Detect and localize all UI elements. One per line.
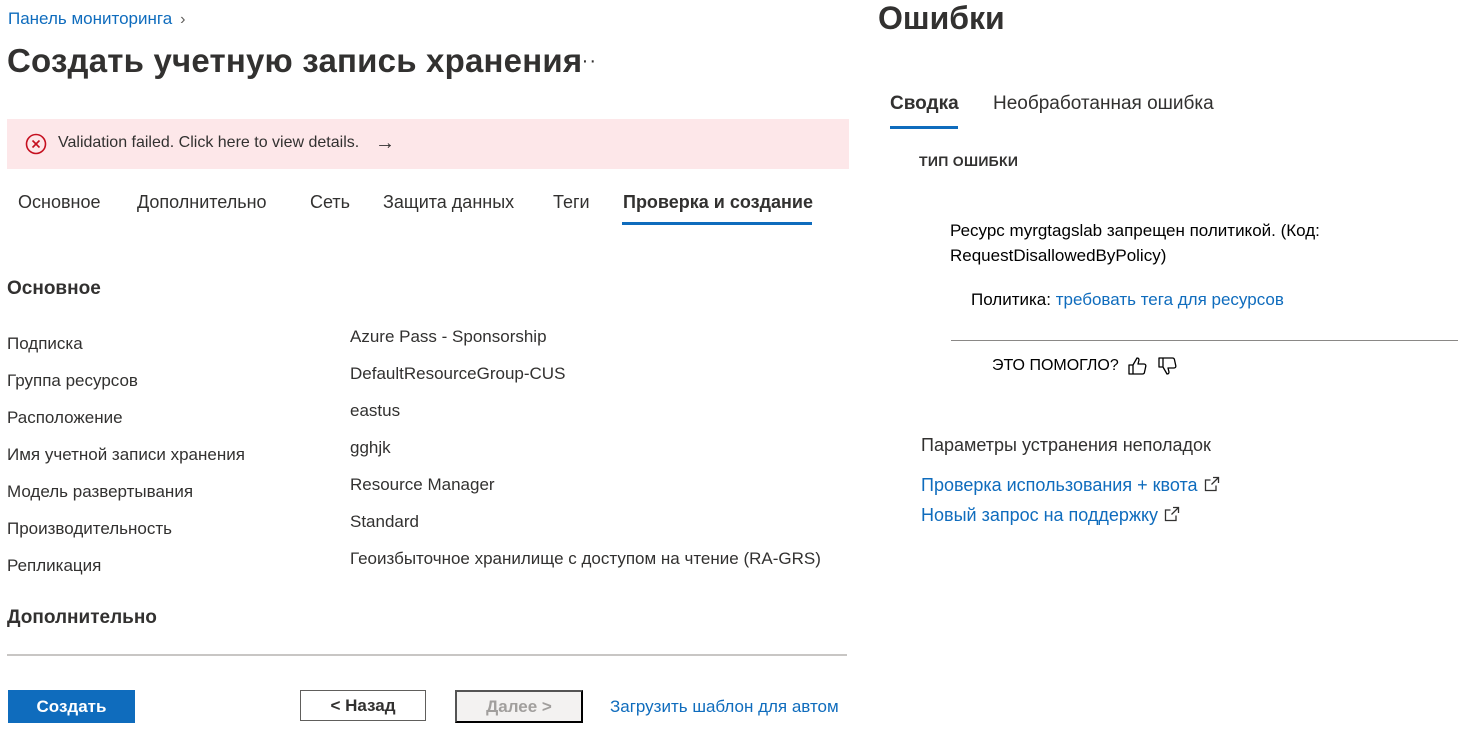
policy-label: Политика: — [971, 290, 1056, 309]
policy-link[interactable]: требовать тега для ресурсов — [1056, 290, 1284, 309]
external-link-icon — [1164, 506, 1180, 521]
error-divider — [951, 340, 1458, 341]
tab-basics[interactable]: Основное — [18, 192, 100, 213]
active-tab-indicator — [622, 222, 812, 225]
feedback-row: ЭТО ПОМОГЛО? — [992, 355, 1179, 377]
summary-value: gghjk — [350, 438, 391, 457]
breadcrumb: Панель мониторинга › — [8, 9, 185, 29]
footer-divider — [7, 654, 847, 656]
summary-value: Azure Pass - Sponsorship — [350, 327, 547, 346]
next-button[interactable]: Далее > — [455, 690, 583, 723]
policy-row: Политика: требовать тега для ресурсов — [971, 290, 1284, 310]
validation-message: Validation failed. Click here to view de… — [58, 134, 360, 151]
summary-value: Standard — [350, 512, 419, 531]
summary-value: eastus — [350, 401, 401, 420]
error-circle-icon — [25, 133, 47, 155]
chevron-right-icon: › — [180, 11, 186, 28]
tab-tags[interactable]: Теги — [553, 192, 590, 213]
external-link-icon — [1204, 476, 1219, 491]
helpful-label: ЭТО ПОМОГЛО? — [992, 357, 1119, 374]
summary-value: Resource Manager — [350, 475, 495, 494]
thumbs-down-icon[interactable] — [1157, 355, 1179, 377]
summary-value: Геоизбыточное хранилище с доступом на чт… — [350, 549, 821, 568]
troubleshooting-title: Параметры устранения неполадок — [921, 435, 1211, 455]
error-type-label: ТИП ОШИБКИ — [919, 153, 1019, 169]
summary-label: Группа ресурсов — [7, 371, 138, 390]
active-tab-indicator — [890, 126, 958, 129]
errors-panel-title: Ошибки — [878, 0, 1005, 36]
check-usage-quota-link[interactable]: Проверка использования + квота — [921, 475, 1220, 496]
summary-label: Модель развертывания — [7, 482, 194, 501]
summary-label: Подписка — [7, 334, 83, 353]
summary-value: DefaultResourceGroup-CUS — [350, 364, 566, 383]
error-message: Ресурс myrgtagslab запрещен политикой. (… — [950, 221, 1320, 265]
summary-label: Имя учетной записи хранения — [7, 445, 245, 464]
page-title: Создать учетную запись хранения — [7, 42, 583, 79]
tab-review-create[interactable]: Проверка и создание — [623, 192, 813, 213]
tab-data-protection[interactable]: Защита данных — [383, 192, 514, 213]
thumbs-up-icon[interactable] — [1127, 355, 1149, 377]
more-options-button[interactable]: ··· — [574, 50, 597, 73]
new-support-request-link[interactable]: Новый запрос на поддержку — [921, 505, 1180, 526]
check-usage-quota-label[interactable]: Проверка использования + квота — [921, 475, 1198, 496]
tab-summary[interactable]: Сводка — [890, 93, 959, 115]
summary-label: Расположение — [7, 408, 123, 427]
new-support-request-label[interactable]: Новый запрос на поддержку — [921, 505, 1158, 526]
summary-label: Репликация — [7, 556, 102, 575]
back-button[interactable]: < Назад — [300, 690, 426, 721]
breadcrumb-dashboard-link[interactable]: Панель мониторинга — [8, 9, 172, 28]
arrow-right-icon: → — [375, 132, 395, 154]
section-heading-basics: Основное — [7, 278, 101, 299]
download-template-link[interactable]: Загрузить шаблон для автом — [610, 697, 847, 717]
tab-networking[interactable]: Сеть — [310, 192, 350, 213]
tab-advanced[interactable]: Дополнительно — [137, 192, 267, 213]
validation-banner[interactable]: Validation failed. Click here to view de… — [7, 119, 849, 169]
summary-label: Производительность — [7, 519, 173, 538]
section-heading-advanced: Дополнительно — [7, 607, 157, 628]
tab-raw-error[interactable]: Необработанная ошибка — [993, 93, 1214, 115]
create-button[interactable]: Создать — [8, 690, 135, 723]
